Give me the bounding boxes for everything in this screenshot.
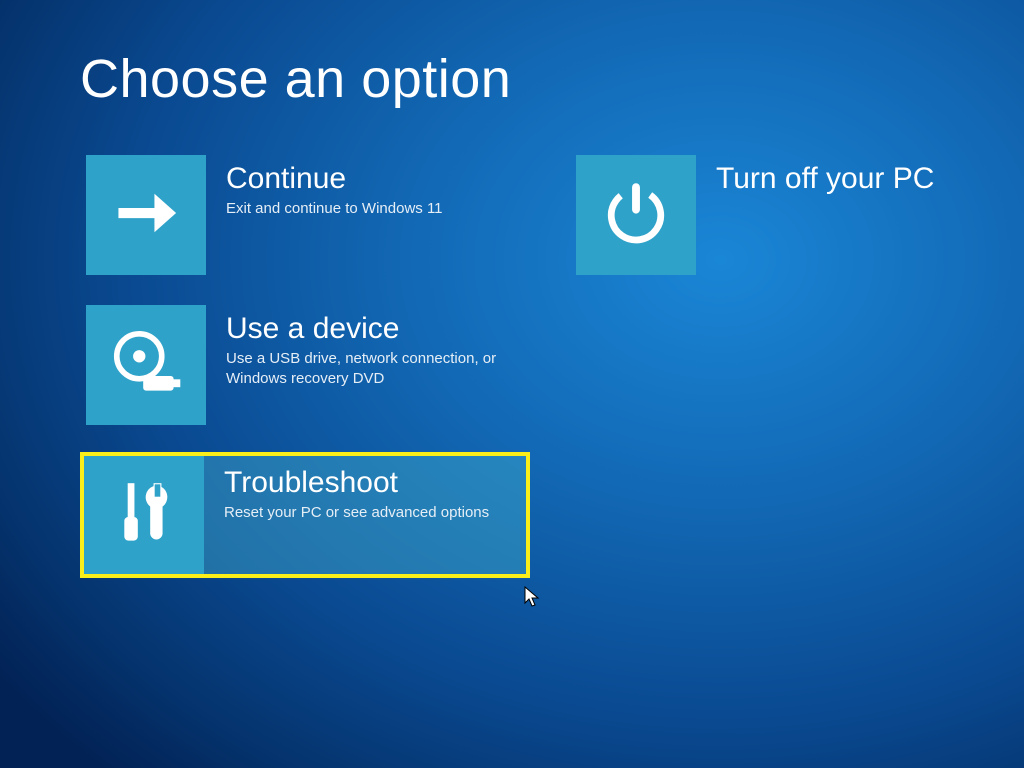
mouse-cursor-icon [524, 586, 540, 608]
disc-usb-icon [110, 327, 182, 404]
troubleshoot-tile [84, 456, 204, 574]
troubleshoot-label: Troubleshoot [224, 466, 489, 499]
options-column-left: Continue Exit and continue to Windows 11 [80, 152, 530, 578]
turn-off-tile [576, 155, 696, 275]
tools-icon [108, 477, 180, 554]
turn-off-option[interactable]: Turn off your PC [570, 152, 990, 278]
turn-off-label: Turn off your PC [716, 162, 934, 195]
continue-desc: Exit and continue to Windows 11 [226, 199, 443, 219]
continue-option[interactable]: Continue Exit and continue to Windows 11 [80, 152, 530, 278]
use-device-option[interactable]: Use a device Use a USB drive, network co… [80, 302, 530, 428]
use-device-desc: Use a USB drive, network connection, or … [226, 349, 512, 390]
page-title: Choose an option [80, 48, 1024, 110]
troubleshoot-option[interactable]: Troubleshoot Reset your PC or see advanc… [80, 452, 530, 578]
power-icon [600, 177, 672, 254]
arrow-right-icon [110, 177, 182, 254]
options-column-right: Turn off your PC [570, 152, 990, 578]
use-device-tile [86, 305, 206, 425]
continue-tile [86, 155, 206, 275]
troubleshoot-desc: Reset your PC or see advanced options [224, 503, 489, 523]
use-device-label: Use a device [226, 312, 512, 345]
continue-label: Continue [226, 162, 443, 195]
